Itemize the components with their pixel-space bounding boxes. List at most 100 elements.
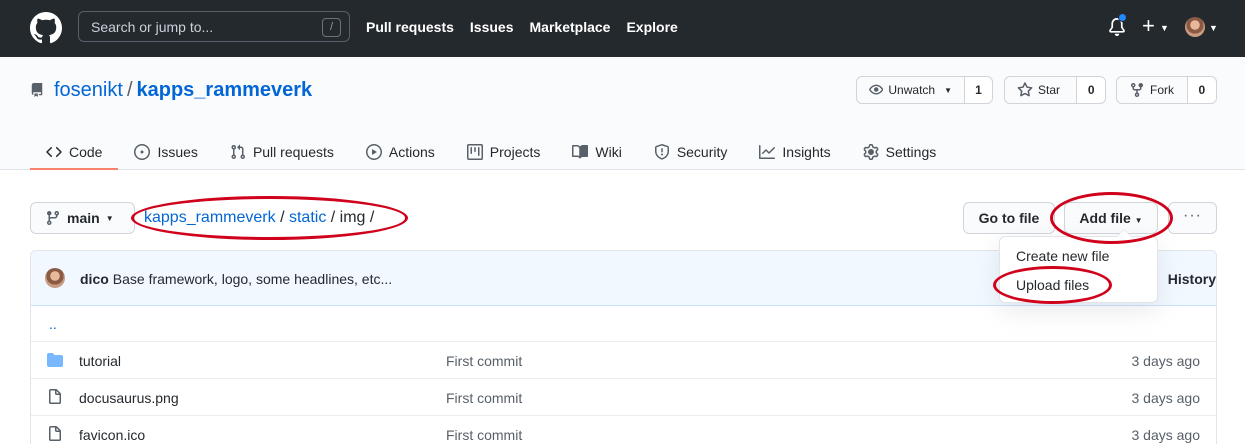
tab-insights[interactable]: Insights	[743, 133, 846, 170]
fork-button[interactable]: Fork	[1117, 77, 1187, 103]
tab-wiki[interactable]: Wiki	[556, 133, 637, 170]
github-logo-icon[interactable]	[30, 12, 62, 44]
chevron-down-icon: ▼	[1209, 23, 1218, 33]
breadcrumb-separator: /	[330, 209, 336, 226]
issue-icon	[134, 143, 151, 160]
branch-name: main	[67, 210, 100, 226]
menu-item-upload-files[interactable]: Upload files	[1000, 270, 1157, 299]
commit-author[interactable]: dico	[80, 271, 109, 287]
book-icon	[572, 144, 589, 158]
watch-button-group: Unwatch ▼ 1	[856, 76, 993, 104]
search-placeholder: Search or jump to...	[91, 19, 214, 35]
tab-pull-requests[interactable]: Pull requests	[214, 133, 350, 170]
parent-directory-label: ..	[49, 316, 57, 332]
tab-label: Settings	[885, 143, 937, 160]
branch-icon	[46, 211, 59, 226]
avatar[interactable]	[45, 268, 65, 288]
nav-pull-requests[interactable]: Pull requests	[366, 19, 454, 35]
tab-security[interactable]: Security	[638, 133, 744, 170]
global-header: Search or jump to... / Pull requests Iss…	[0, 0, 1245, 57]
tab-projects[interactable]: Projects	[451, 133, 557, 170]
file-icon	[49, 389, 61, 404]
tab-label: Security	[676, 143, 728, 160]
tab-label: Code	[69, 143, 103, 160]
tab-label: Insights	[782, 143, 831, 160]
tab-label: Wiki	[595, 143, 622, 160]
go-to-file-button[interactable]: Go to file	[963, 202, 1055, 234]
unwatch-label: Unwatch	[888, 83, 936, 97]
table-row[interactable]: docusaurus.png First commit 3 days ago	[31, 379, 1216, 416]
tab-actions[interactable]: Actions	[350, 133, 451, 170]
star-button-group: Star 0	[1004, 76, 1106, 104]
nav-marketplace[interactable]: Marketplace	[530, 19, 611, 35]
nav-explore[interactable]: Explore	[626, 19, 677, 35]
add-file-button[interactable]: Add file ▼	[1064, 202, 1158, 234]
project-icon	[466, 143, 483, 160]
parent-directory-link[interactable]: ..	[31, 306, 1216, 342]
pull-request-icon	[231, 144, 245, 159]
tab-label: Projects	[489, 143, 541, 160]
chevron-down-icon: ▼	[1134, 216, 1143, 225]
add-file-label: Add file	[1079, 210, 1131, 226]
breadcrumb-static-link[interactable]: static	[289, 209, 326, 226]
file-age: 3 days ago	[1131, 390, 1201, 406]
table-row[interactable]: tutorial First commit 3 days ago	[31, 342, 1216, 379]
add-file-dropdown-menu: Create new file Upload files	[999, 229, 1158, 303]
file-name-link[interactable]: docusaurus.png	[79, 390, 179, 406]
unread-indicator	[1118, 13, 1127, 22]
file-name-link[interactable]: favicon.ico	[79, 427, 145, 443]
menu-item-create-new-file[interactable]: Create new file	[1000, 241, 1157, 270]
breadcrumb-separator: /	[369, 209, 375, 226]
star-button[interactable]: Star	[1005, 77, 1076, 103]
folder-icon	[47, 353, 63, 367]
tab-label: Pull requests	[252, 143, 334, 160]
tab-settings[interactable]: Settings	[847, 133, 953, 170]
tab-label: Actions	[388, 143, 435, 160]
star-icon	[1017, 82, 1033, 97]
repo-title: fosenikt / kapps_rammeverk	[54, 79, 312, 102]
repo-icon	[31, 83, 43, 97]
file-commit-message[interactable]: First commit	[446, 353, 522, 369]
history-label: History	[1167, 271, 1216, 287]
repository-header: fosenikt / kapps_rammeverk Unwatch ▼ 1 Sta…	[0, 57, 1245, 170]
history-link[interactable]: History	[1168, 271, 1216, 287]
repo-name-link[interactable]: kapps_rammeverk	[137, 79, 313, 101]
forks-count[interactable]: 0	[1186, 77, 1216, 103]
fork-label: Fork	[1150, 83, 1174, 97]
gear-icon	[863, 143, 879, 160]
repo-tabs: Code Issues Pull requests Actions Projec…	[30, 133, 952, 170]
global-nav: Pull requests Issues Marketplace Explore	[366, 19, 678, 35]
file-commit-message[interactable]: First commit	[446, 390, 522, 406]
create-new-plus-icon[interactable]: +	[1142, 14, 1155, 38]
unwatch-button[interactable]: Unwatch ▼	[857, 77, 964, 103]
file-commit-message[interactable]: First commit	[446, 427, 522, 443]
breadcrumb-root-link[interactable]: kapps_rammeverk	[144, 209, 276, 226]
file-icon	[49, 426, 61, 441]
more-options-button[interactable]: ···	[1168, 202, 1217, 234]
fork-icon	[1131, 83, 1143, 98]
watchers-count[interactable]: 1	[964, 77, 992, 103]
stargazers-count[interactable]: 0	[1076, 77, 1105, 103]
graph-icon	[759, 144, 776, 159]
file-name-link[interactable]: tutorial	[79, 353, 121, 369]
search-input[interactable]: Search or jump to... /	[78, 11, 350, 42]
tab-code[interactable]: Code	[30, 133, 119, 170]
latest-commit-text: dico Base framework, logo, some headlines…	[80, 271, 392, 287]
repo-title-separator: /	[126, 79, 133, 101]
shield-icon	[654, 143, 669, 160]
commit-message[interactable]: Base framework, logo, some headlines, et…	[113, 271, 392, 287]
search-shortcut-hint: /	[322, 18, 341, 37]
table-row[interactable]: favicon.ico First commit 3 days ago	[31, 416, 1216, 444]
chevron-down-icon: ▼	[105, 213, 114, 223]
chevron-down-icon: ▼	[944, 85, 952, 95]
star-label: Star	[1038, 83, 1061, 97]
user-avatar[interactable]	[1185, 17, 1205, 37]
tab-issues[interactable]: Issues	[118, 133, 213, 170]
nav-issues[interactable]: Issues	[470, 19, 514, 35]
breadcrumb-separator: /	[280, 209, 285, 226]
eye-icon	[869, 84, 884, 95]
branch-selector-button[interactable]: main ▼	[30, 202, 135, 234]
breadcrumb-current: img	[339, 209, 366, 226]
file-age: 3 days ago	[1131, 353, 1201, 369]
repo-owner-link[interactable]: fosenikt	[54, 79, 123, 101]
